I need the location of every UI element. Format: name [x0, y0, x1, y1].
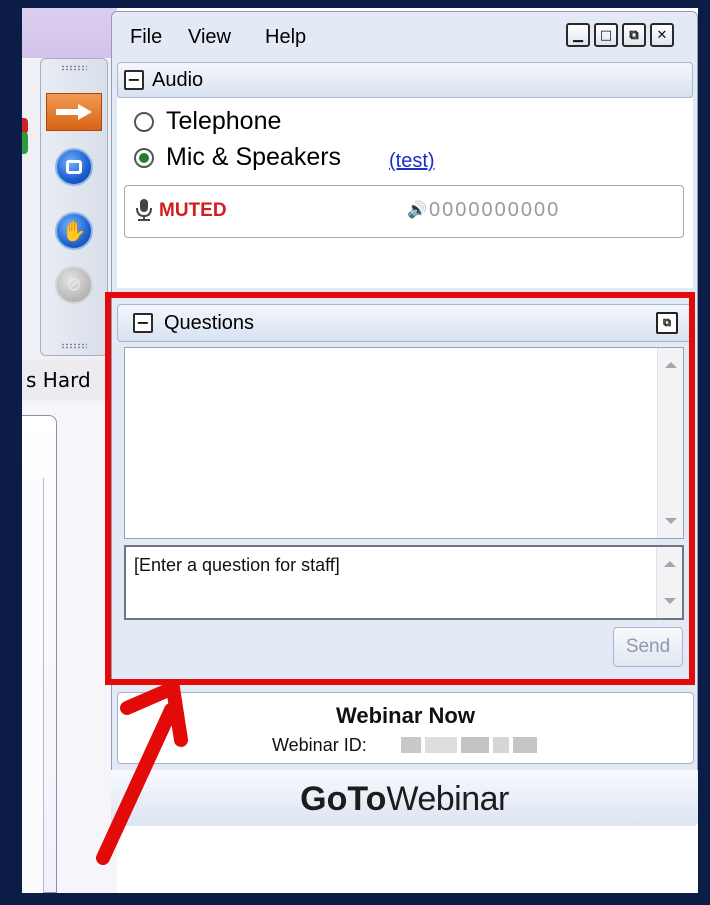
mic-speakers-radio[interactable] — [134, 148, 154, 168]
grab-tab-toolbar: ✋ ⊘ — [40, 58, 108, 356]
mic-muted-status[interactable]: MUTED — [159, 200, 227, 222]
speaker-icon: 🔊 — [407, 200, 427, 219]
audio-section-title: Audio — [152, 69, 204, 91]
disabled-mic-icon: ⊘ — [55, 266, 93, 304]
close-icon: ✕ — [656, 27, 668, 43]
telephone-radio[interactable] — [134, 112, 154, 132]
show-hide-panel-button[interactable] — [46, 93, 102, 131]
frame-left-edge — [0, 0, 22, 905]
webinar-id-label: Webinar ID: — [272, 735, 367, 755]
background-app-green-marker — [22, 132, 28, 154]
logo-light-text: Webinar — [386, 780, 509, 818]
redacted-id-block — [425, 737, 457, 753]
background-app-text-row: s Hard — [22, 360, 117, 400]
toolbar-grip-top[interactable] — [61, 65, 87, 71]
raise-hand-button[interactable]: ✋ — [49, 209, 99, 253]
minimize-button[interactable]: ▁ — [566, 23, 590, 47]
restore-icon: □ — [599, 27, 613, 43]
redacted-id-block — [461, 737, 489, 753]
audio-test-link[interactable]: (test) — [389, 150, 435, 173]
frame-right-edge — [698, 0, 710, 905]
minimize-icon: ▁ — [573, 27, 583, 43]
close-button[interactable]: ✕ — [650, 23, 674, 47]
toolbar-grip-bottom[interactable] — [61, 343, 87, 349]
screen-share-icon — [55, 148, 93, 186]
popout-icon: ⧉ — [629, 27, 639, 43]
audio-section-header: − Audio — [117, 62, 693, 98]
audio-collapse-button[interactable]: − — [124, 70, 144, 90]
menu-help[interactable]: Help — [265, 26, 306, 49]
restore-button[interactable]: □ — [594, 23, 618, 47]
frame-bottom-edge — [0, 893, 710, 905]
telephone-label[interactable]: Telephone — [166, 107, 281, 136]
audio-status-box: MUTED 🔊 0000000000 — [124, 185, 684, 238]
speaker-level-meter: 0000000000 — [429, 199, 561, 221]
popout-window-button[interactable]: ⧉ — [622, 23, 646, 47]
menu-view[interactable]: View — [188, 26, 231, 49]
logo-bold-text: GoTo — [300, 780, 387, 818]
background-app-panel-inner — [22, 478, 44, 893]
menu-file[interactable]: File — [130, 26, 162, 49]
frame-top-edge — [0, 0, 710, 8]
redacted-id-block — [493, 737, 509, 753]
microphone-icon[interactable] — [135, 198, 153, 222]
background-app-header — [22, 8, 117, 58]
redacted-id-block — [513, 737, 537, 753]
disabled-toolbar-button: ⊘ — [49, 263, 99, 307]
raise-hand-icon: ✋ — [55, 212, 93, 250]
screen-sharing-button[interactable] — [49, 145, 99, 189]
mic-speakers-label[interactable]: Mic & Speakers — [166, 143, 341, 172]
background-app-partial-text: s Hard — [26, 368, 91, 392]
annotation-arrow — [96, 681, 188, 865]
redacted-id-block — [401, 737, 421, 753]
arrow-right-icon — [56, 104, 92, 120]
questions-highlight-frame — [105, 292, 695, 685]
